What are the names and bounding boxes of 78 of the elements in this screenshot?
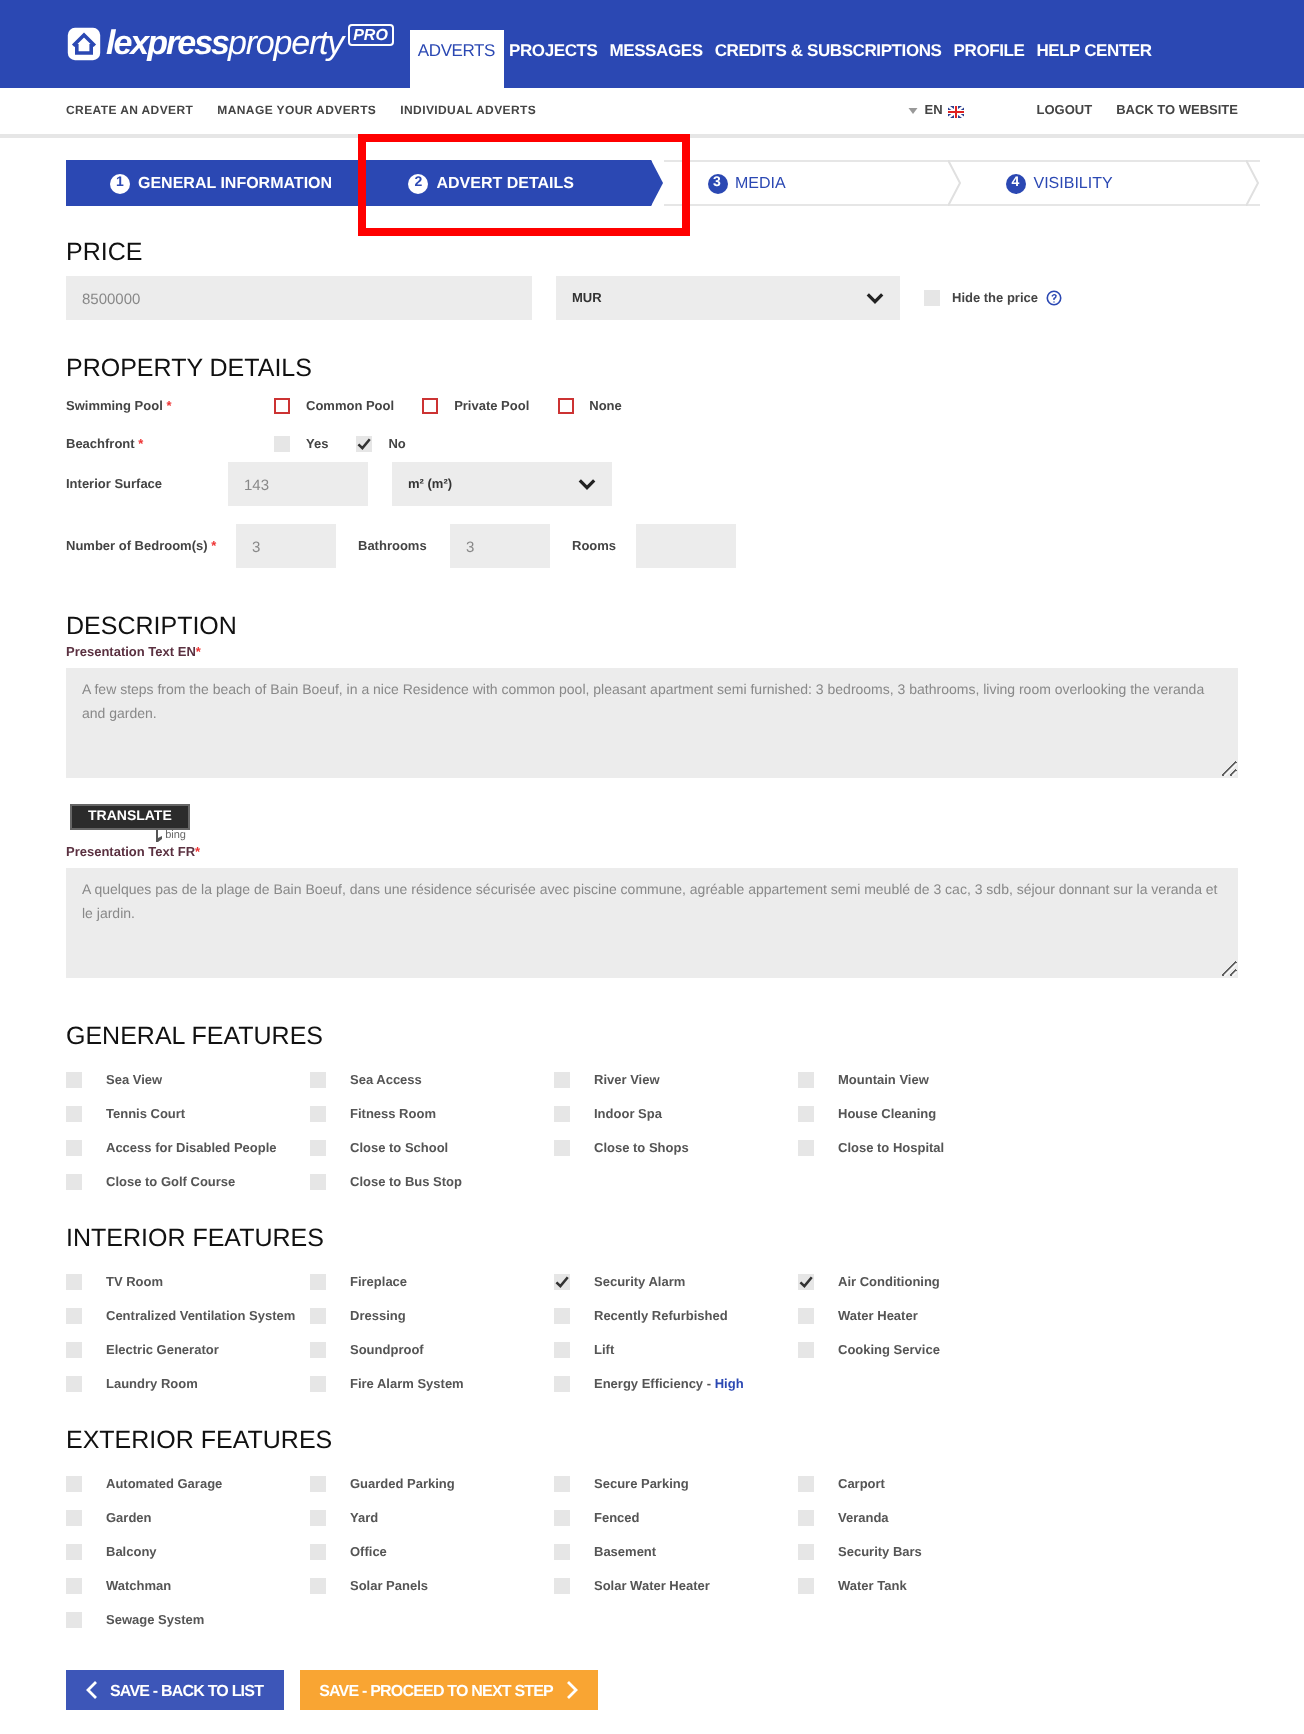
nav-tab[interactable]: HELP CENTER: [1030, 30, 1158, 88]
help-icon[interactable]: [1045, 290, 1062, 306]
checkbox[interactable]: [274, 398, 290, 414]
checkbox[interactable]: [274, 436, 290, 452]
section-title: PRICE: [66, 238, 145, 266]
checkbox[interactable]: [554, 1510, 570, 1526]
checkbox[interactable]: [554, 1578, 570, 1594]
pro-badge: PRO: [347, 24, 394, 46]
checkbox[interactable]: [798, 1510, 814, 1526]
checkbox[interactable]: [66, 1578, 82, 1594]
checkbox[interactable]: [554, 1274, 570, 1290]
checkbox[interactable]: [554, 1106, 570, 1122]
checkbox[interactable]: [66, 1308, 82, 1324]
checkbox[interactable]: [310, 1106, 326, 1122]
checkbox[interactable]: [557, 398, 574, 414]
checkbox[interactable]: [310, 1274, 326, 1290]
checkbox[interactable]: [310, 1308, 326, 1324]
checkbox[interactable]: [554, 1476, 570, 1492]
checkbox[interactable]: [310, 1072, 326, 1088]
checkbox[interactable]: [310, 1510, 326, 1526]
checkbox[interactable]: [422, 398, 439, 414]
caret-icon: [908, 108, 919, 114]
checkbox[interactable]: [66, 1376, 82, 1392]
checkbox[interactable]: [356, 436, 373, 452]
chevron-right-icon: [565, 1680, 577, 1700]
checkbox[interactable]: [310, 1140, 326, 1156]
checkbox[interactable]: [66, 1612, 82, 1628]
checkbox[interactable]: [554, 1072, 570, 1088]
checkbox[interactable]: [66, 1342, 82, 1358]
chevron-down-icon: [578, 478, 596, 490]
checkbox[interactable]: [310, 1376, 326, 1392]
checkbox[interactable]: [798, 1308, 814, 1324]
checkbox[interactable]: [66, 1544, 82, 1560]
nav-tab[interactable]: PROJECTS: [503, 30, 604, 88]
checkbox[interactable]: [66, 1274, 82, 1290]
chevron-down-icon: [866, 292, 884, 304]
checkbox[interactable]: [310, 1544, 326, 1560]
checkbox[interactable]: [66, 1174, 82, 1190]
checkbox[interactable]: [798, 1578, 814, 1594]
checkbox[interactable]: [798, 1544, 814, 1560]
checkbox[interactable]: [310, 1342, 326, 1358]
checkbox[interactable]: [66, 1106, 82, 1122]
checkbox[interactable]: [798, 1072, 814, 1088]
checkbox[interactable]: [798, 1274, 814, 1290]
back-button[interactable]: SAVE - BACK TO LIST: [66, 1670, 284, 1710]
checkbox[interactable]: [554, 1376, 570, 1392]
checkbox[interactable]: [66, 1476, 82, 1492]
section-title: DESCRIPTION: [66, 612, 239, 640]
logo-icon: [66, 26, 102, 62]
checkbox[interactable]: [924, 290, 940, 306]
checkbox[interactable]: [310, 1174, 326, 1190]
chevron-divider-icon: [947, 160, 962, 206]
checkbox[interactable]: [798, 1342, 814, 1358]
chevron-divider-icon: [1246, 160, 1260, 206]
checkbox[interactable]: [66, 1140, 82, 1156]
checkbox[interactable]: [798, 1106, 814, 1122]
section-title: INTERIOR FEATURES: [66, 1224, 326, 1252]
checkbox[interactable]: [798, 1140, 814, 1156]
checkbox[interactable]: [310, 1476, 326, 1492]
nav-tab[interactable]: PROFILE: [947, 30, 1031, 88]
checkbox[interactable]: [554, 1308, 570, 1324]
section-title: PROPERTY DETAILS: [66, 354, 314, 382]
logo-text: lexpress: [106, 24, 228, 64]
checkbox[interactable]: [798, 1476, 814, 1492]
checkbox[interactable]: [66, 1072, 82, 1088]
flag-icon: [948, 105, 965, 117]
checkbox[interactable]: [554, 1544, 570, 1560]
checkbox[interactable]: [310, 1578, 326, 1594]
checkbox[interactable]: [554, 1140, 570, 1156]
section-title: GENERAL FEATURES: [66, 1022, 325, 1050]
logo-text: property: [228, 24, 344, 64]
nav-tab[interactable]: CREDITS & SUBSCRIPTIONS: [708, 30, 948, 88]
checkbox[interactable]: [554, 1342, 570, 1358]
nav-tab[interactable]: MESSAGES: [603, 30, 709, 88]
chevron-left-icon: [86, 1680, 98, 1700]
section-title: EXTERIOR FEATURES: [66, 1426, 335, 1454]
nav-tab[interactable]: ADVERTS: [409, 30, 504, 88]
checkbox[interactable]: [66, 1510, 82, 1526]
